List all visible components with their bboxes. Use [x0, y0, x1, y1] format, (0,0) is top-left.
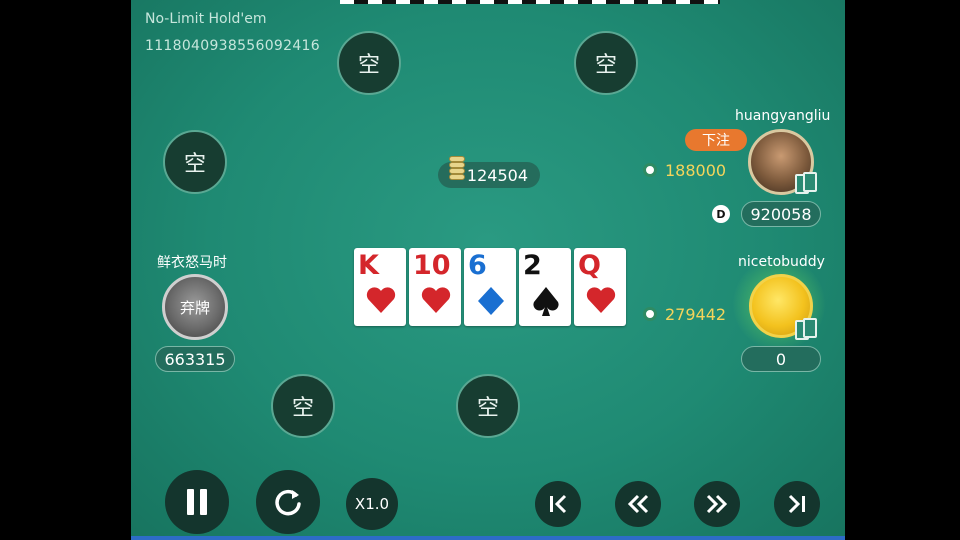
empty-seat-top-right[interactable]: 空	[574, 31, 638, 95]
top-edge-strip	[340, 0, 720, 4]
fold-status: 弃牌	[179, 298, 210, 317]
board-card-5: Q	[574, 248, 626, 326]
pause-icon	[187, 489, 207, 515]
player-avatar-folded[interactable]: 弃牌	[162, 274, 228, 340]
player-name: 鲜衣怒马时	[157, 255, 227, 271]
rewind-button[interactable]	[615, 481, 661, 527]
player-action-badge: 下注	[685, 129, 747, 151]
player-stack: 663315	[155, 346, 235, 372]
skip-to-end-icon	[788, 494, 805, 514]
player-stack-value: 663315	[164, 349, 226, 369]
empty-seat-bottom-right[interactable]: 空	[456, 374, 520, 438]
poker-table: No-Limit Hold'em 1118040938556092416 空 空…	[131, 0, 845, 540]
fast-forward-button[interactable]	[694, 481, 740, 527]
player-bet: 279442	[665, 305, 727, 324]
player-stack: 0	[741, 346, 821, 372]
fast-forward-icon	[706, 494, 728, 514]
pot-amount: 124504	[466, 165, 528, 185]
board-card-1: K	[354, 248, 406, 326]
player-stack-value: 0	[775, 349, 787, 369]
skip-to-end-button[interactable]	[774, 481, 820, 527]
game-id: 1118040938556092416	[145, 38, 320, 54]
empty-seat-top-left[interactable]: 空	[337, 31, 401, 95]
replay-icon	[275, 489, 301, 516]
speed-label: X1.0	[354, 495, 390, 513]
player-bet: 188000	[665, 161, 727, 180]
card-rank: Q	[578, 250, 601, 281]
player-stack: 920058	[741, 201, 821, 227]
skip-to-start-button[interactable]	[535, 481, 581, 527]
spade-icon	[533, 287, 559, 316]
pot-chips-icon	[449, 156, 465, 184]
game-title: No-Limit Hold'em	[145, 11, 267, 27]
board-card-4: 2	[519, 248, 571, 326]
heart-icon	[366, 287, 396, 313]
speed-button[interactable]: X1.0	[346, 478, 398, 530]
bottom-progress-line	[131, 536, 845, 540]
hole-cards-icon	[795, 172, 819, 198]
skip-to-start-icon	[550, 494, 567, 514]
player-stack-value: 920058	[750, 204, 812, 224]
chip-icon	[643, 163, 657, 177]
card-rank: 6	[468, 250, 487, 281]
empty-seat-bottom-left[interactable]: 空	[271, 374, 335, 438]
hole-cards-icon	[795, 318, 819, 344]
chip-icon	[643, 307, 657, 321]
empty-seat-left-top[interactable]: 空	[163, 130, 227, 194]
player-name: nicetobuddy	[738, 254, 825, 270]
pause-button[interactable]	[165, 470, 229, 534]
card-rank: K	[358, 250, 379, 281]
diamond-icon	[478, 287, 504, 315]
replay-button[interactable]	[256, 470, 320, 534]
board-card-2: 10	[409, 248, 461, 326]
heart-icon	[586, 287, 616, 313]
player-name: huangyangliu	[735, 108, 831, 124]
heart-icon	[421, 287, 451, 313]
board-card-3: 6	[464, 248, 516, 326]
rewind-icon	[627, 494, 649, 514]
dealer-button: D	[712, 205, 730, 223]
card-rank: 10	[413, 250, 451, 281]
card-rank: 2	[523, 250, 542, 281]
